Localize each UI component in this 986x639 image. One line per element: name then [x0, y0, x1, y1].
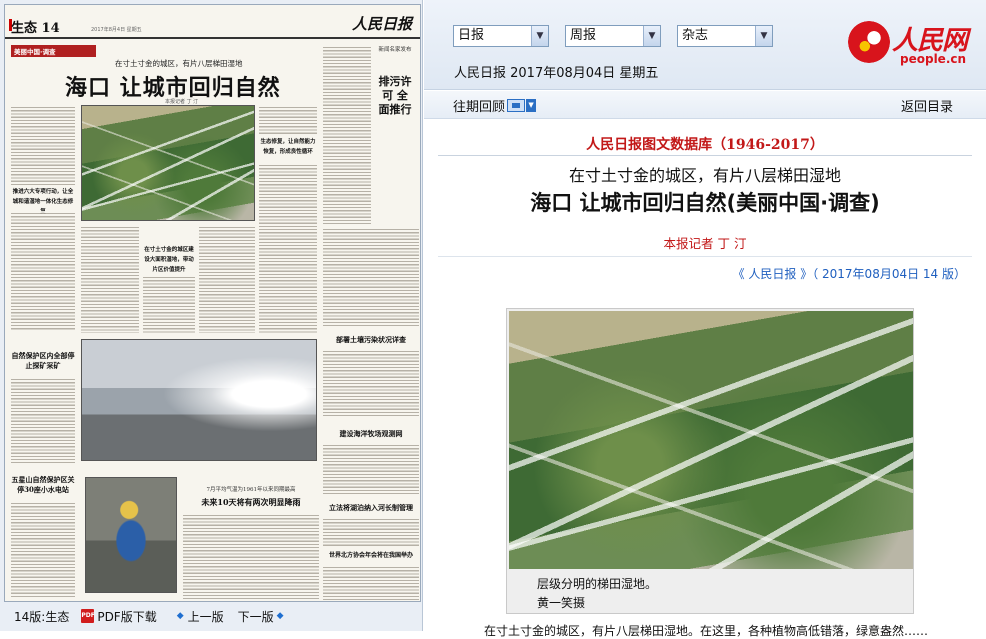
- terrace-wetland-photo: [509, 311, 913, 569]
- newspaper-panel: 生态 14 2017年8月4日 星期五 人民日报 美丽中国·调查 在寸土寸金的城…: [0, 0, 423, 631]
- next-page-label: 下一版: [237, 609, 274, 624]
- article-author: 本报记者 丁 汀: [663, 236, 747, 251]
- text-column: [199, 225, 255, 333]
- text-column: [11, 105, 75, 185]
- newspaper-page-image[interactable]: 生态 14 2017年8月4日 星期五 人民日报 美丽中国·调查 在寸土寸金的城…: [4, 4, 421, 602]
- text-column: [323, 227, 419, 327]
- text-column: [183, 513, 319, 599]
- database-title: 人民日报图文数据库（1946-2017）: [586, 137, 824, 153]
- text-column: [81, 225, 139, 333]
- article-panel: 日报 ▼ 周报 ▼ 杂志 ▼ 人民日报 2017年08月04日 星期五 人民网 …: [424, 0, 986, 638]
- pdf-download-link[interactable]: PDF PDF版下载: [69, 608, 157, 625]
- back-to-index-link[interactable]: 返回目录: [901, 96, 953, 115]
- magazine-select-value: 杂志: [682, 28, 709, 43]
- paper-photo-wave: [81, 339, 317, 461]
- divider: [438, 256, 972, 257]
- page-label: 14版:生态: [14, 609, 70, 624]
- text-column: [11, 377, 75, 463]
- divider: [438, 155, 972, 156]
- text-column: [323, 443, 419, 495]
- box-headline-3: 在寸土寸金的城区建设大面积湿地，带动片区价值提升: [144, 247, 194, 273]
- weekly-select[interactable]: 周报 ▼: [565, 25, 661, 47]
- issue-date: 人民日报 2017年08月04日 星期五: [454, 66, 659, 81]
- calendar-icon[interactable]: [507, 99, 526, 112]
- chevron-down-icon: ▼: [755, 26, 772, 46]
- paper-header: 生态 14 2017年8月4日 星期五 人民日报: [5, 5, 420, 39]
- daily-select-value: 日报: [458, 28, 485, 43]
- text-column: [323, 517, 419, 547]
- weekly-select-value: 周报: [570, 28, 597, 43]
- arrow-right-icon: ◆: [276, 611, 284, 621]
- text-column: [259, 163, 317, 333]
- article-source-link[interactable]: 《 人民日报 》（ 2017年08月04日 14 版）: [733, 265, 966, 282]
- pdf-icon: PDF: [81, 609, 95, 623]
- chevron-down-icon: ▼: [531, 26, 548, 46]
- paper-photo-terrace: [81, 105, 255, 221]
- text-column: [143, 275, 195, 333]
- right-headline-4: 世界北方协会年会将在我国举办: [328, 552, 413, 559]
- daily-select[interactable]: 日报 ▼: [453, 25, 549, 47]
- right-headline-2: 建设海洋牧场观测网: [339, 429, 403, 438]
- chevron-down-icon: ▼: [643, 26, 660, 46]
- side-note: 新闻名家发布: [378, 47, 412, 53]
- people-cn-logo[interactable]: 人民网 people.cn: [848, 18, 983, 68]
- paper-section-name: 生态: [11, 21, 38, 36]
- next-page-link[interactable]: 下一版 ◆: [238, 608, 284, 625]
- pdf-download-label: PDF版下载: [97, 609, 157, 624]
- text-column: [259, 105, 317, 135]
- page-navigation-bar: 14版:生态 PDF PDF版下载 ◆ 上一版 下一版 ◆: [4, 604, 421, 628]
- article-content: 人民日报图文数据库（1946-2017） 在寸土寸金的城区，有片八层梯田湿地 海…: [424, 120, 986, 638]
- prev-page-link[interactable]: ◆ 上一版: [157, 608, 224, 625]
- prev-page-label: 上一版: [187, 609, 224, 624]
- paper-byline: 本报记者 丁 汀: [165, 99, 199, 105]
- article-title: 海口 让城市回归自然(美丽中国·调查): [530, 191, 880, 215]
- side-headline-1: 排污许可 全面推行: [378, 75, 412, 116]
- bottom-headline: 未来10天将有两次明显降雨: [201, 497, 301, 507]
- article-subtitle: 在寸土寸金的城区，有片八层梯田湿地: [568, 166, 841, 185]
- paper-section-label: 生态 14: [11, 17, 60, 36]
- left-headline-2: 五星山自然保护区关停30座小水电站: [11, 475, 75, 494]
- figure-caption: 层级分明的梯田湿地。: [537, 577, 658, 591]
- article-navbar: 往期回顾 ▼ 返回目录: [424, 91, 986, 119]
- past-issues-label: 往期回顾: [453, 100, 506, 115]
- text-column: [323, 565, 419, 601]
- paper-logo: 人民日报: [351, 15, 412, 33]
- text-column: [323, 349, 419, 417]
- people-logo-icon: [848, 21, 890, 63]
- arrow-left-icon: ◆: [176, 611, 184, 621]
- logo-url: people.cn: [900, 52, 967, 66]
- right-headline-1: 部署土壤污染状况详查: [336, 335, 406, 344]
- left-headline-1: 自然保护区内全部停止探矿采矿: [11, 351, 75, 370]
- figure-credit: 黄一笑摄: [537, 596, 586, 610]
- chevron-down-icon[interactable]: ▼: [526, 99, 537, 112]
- publication-selector-bar: 日报 ▼ 周报 ▼ 杂志 ▼ 人民日报 2017年08月04日 星期五 人民网 …: [424, 0, 986, 90]
- text-column: [11, 211, 75, 331]
- text-column: [323, 45, 371, 225]
- paper-page-number: 14: [41, 21, 60, 36]
- magazine-select[interactable]: 杂志 ▼: [677, 25, 773, 47]
- paper-photo-worker: [85, 477, 177, 593]
- past-issues-button[interactable]: 往期回顾 ▼: [453, 96, 537, 115]
- box-headline-2: 生态修复，让自然能力恢复，形成良性循环: [260, 139, 316, 155]
- paper-subhead: 在寸土寸金的城区，有片八层梯田湿地: [115, 59, 243, 68]
- paper-column-tag: 美丽中国·调查: [11, 45, 96, 57]
- article-figure: 层级分明的梯田湿地。 黄一笑摄: [506, 308, 914, 614]
- text-column: [11, 501, 75, 599]
- paper-date: 2017年8月4日 星期五: [91, 27, 142, 33]
- right-headline-3: 立法将湖泊纳入河长制管理: [329, 503, 413, 512]
- bottom-kicker: 7月平均气温为1961年以来同期最高: [206, 487, 296, 493]
